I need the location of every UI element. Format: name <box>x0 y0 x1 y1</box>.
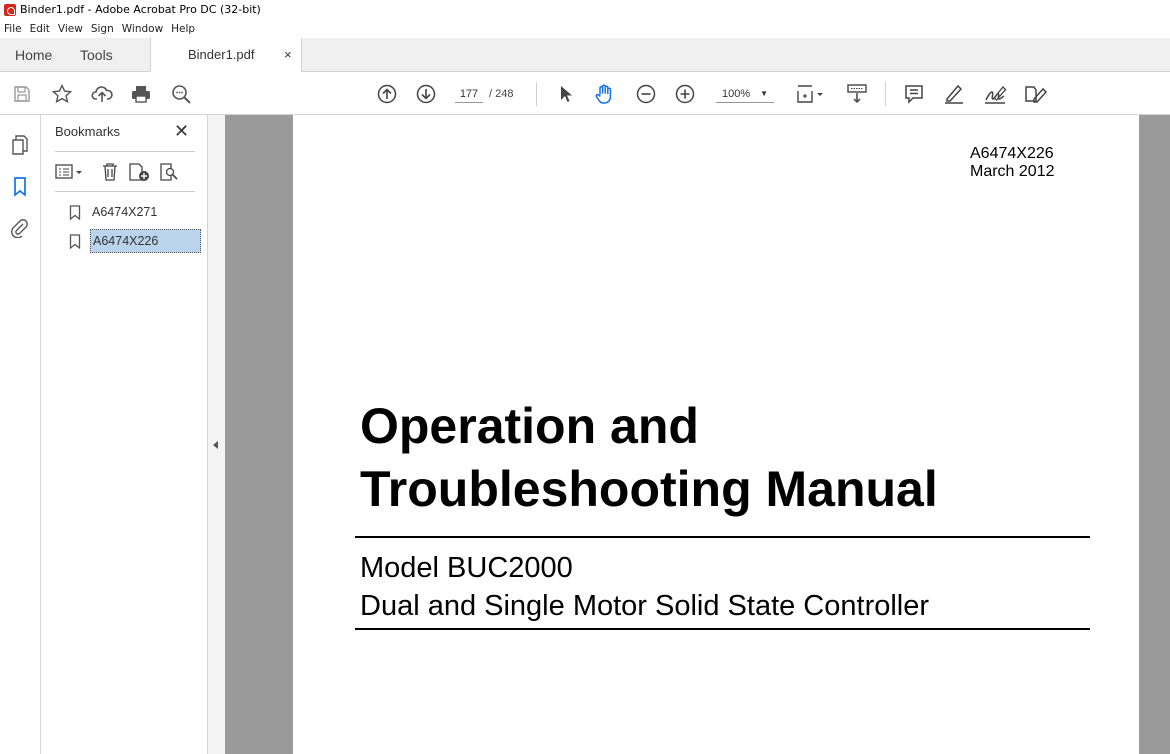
bookmarks-panel-icon[interactable] <box>10 177 30 197</box>
document-title-line-2: Troubleshooting Manual <box>360 461 938 517</box>
new-bookmark-icon[interactable] <box>128 161 150 183</box>
page-fit-icon[interactable] <box>795 83 825 105</box>
menu-view[interactable]: View <box>54 20 87 38</box>
toolbar-divider <box>536 82 537 106</box>
fill-sign-icon[interactable] <box>1023 83 1049 105</box>
bookmark-label: A6474X226 <box>90 229 201 253</box>
highlight-pen-icon[interactable] <box>943 83 965 105</box>
document-title: Operation and Troubleshooting Manual <box>360 395 938 521</box>
attachments-paperclip-icon[interactable] <box>10 218 30 238</box>
toolbar: / 248 100% ▼ <box>0 72 1170 115</box>
bookmark-label: A6474X271 <box>92 205 158 219</box>
bookmark-star-icon[interactable] <box>51 83 73 105</box>
prev-page-icon[interactable] <box>376 83 398 105</box>
subtitle-rule <box>355 628 1090 630</box>
menu-edit[interactable]: Edit <box>26 20 54 38</box>
panel-collapse-handle[interactable] <box>208 115 225 754</box>
upload-cloud-icon[interactable] <box>91 83 113 105</box>
bookmarks-panel: Bookmarks ✕ A6474X271 A6474X226 <box>41 115 208 754</box>
document-title-line-1: Operation and <box>360 398 699 454</box>
title-bar: Binder1.pdf - Adobe Acrobat Pro DC (32-b… <box>0 0 1170 20</box>
zoom-level: 100% <box>722 88 751 100</box>
tab-home[interactable]: Home <box>15 38 52 72</box>
scroll-mode-icon[interactable] <box>845 83 869 105</box>
select-arrow-icon[interactable] <box>555 83 577 105</box>
document-date: March 2012 <box>970 163 1055 180</box>
bookmark-icon <box>69 234 81 256</box>
zoom-out-icon[interactable] <box>635 83 657 105</box>
pdf-page: A6474X226 March 2012 Operation and Troub… <box>293 115 1139 754</box>
zoom-level-dropdown[interactable]: 100% ▼ <box>716 85 774 103</box>
acrobat-app-icon <box>4 4 16 16</box>
document-number: A6474X226 <box>970 145 1054 162</box>
comment-icon[interactable] <box>903 83 925 105</box>
page-total: / 248 <box>489 88 514 100</box>
menu-file[interactable]: File <box>0 20 26 38</box>
window-title: Binder1.pdf - Adobe Acrobat Pro DC (32-b… <box>20 3 261 16</box>
document-description: Dual and Single Motor Solid State Contro… <box>360 590 930 622</box>
panel-divider <box>55 191 195 192</box>
delete-bookmark-icon[interactable] <box>99 161 121 183</box>
document-model: Model BUC2000 <box>360 552 573 584</box>
zoom-in-icon[interactable] <box>674 83 696 105</box>
save-icon[interactable] <box>11 83 33 105</box>
find-bookmark-icon[interactable] <box>158 161 180 183</box>
close-panel-icon[interactable]: ✕ <box>174 121 189 142</box>
chevron-down-icon: ▼ <box>760 89 768 98</box>
search-zoom-icon[interactable] <box>170 83 192 105</box>
close-tab-icon[interactable]: × <box>284 38 292 72</box>
sign-icon[interactable] <box>983 83 1009 105</box>
menu-bar: File Edit View Sign Window Help <box>0 20 1170 38</box>
menu-window[interactable]: Window <box>118 20 167 38</box>
toolbar-divider <box>885 82 886 106</box>
collapse-arrow-icon <box>213 441 218 449</box>
panel-divider <box>55 151 195 152</box>
page-thumbnails-icon[interactable] <box>10 135 30 155</box>
options-menu-icon[interactable] <box>54 161 86 183</box>
page-number-input[interactable] <box>455 85 483 103</box>
menu-help[interactable]: Help <box>167 20 199 38</box>
menu-sign[interactable]: Sign <box>87 20 118 38</box>
title-rule <box>355 536 1090 538</box>
tab-document[interactable]: Binder1.pdf <box>150 38 302 73</box>
tab-bar: Home Tools Binder1.pdf × <box>0 38 1170 73</box>
bookmark-icon <box>69 205 81 227</box>
bookmarks-panel-title: Bookmarks <box>55 124 121 139</box>
print-icon[interactable] <box>130 83 152 105</box>
navigation-rail <box>0 115 41 754</box>
tab-tools[interactable]: Tools <box>80 38 113 72</box>
next-page-icon[interactable] <box>415 83 437 105</box>
hand-tool-icon[interactable] <box>594 83 616 105</box>
document-viewport[interactable]: A6474X226 March 2012 Operation and Troub… <box>225 115 1170 754</box>
